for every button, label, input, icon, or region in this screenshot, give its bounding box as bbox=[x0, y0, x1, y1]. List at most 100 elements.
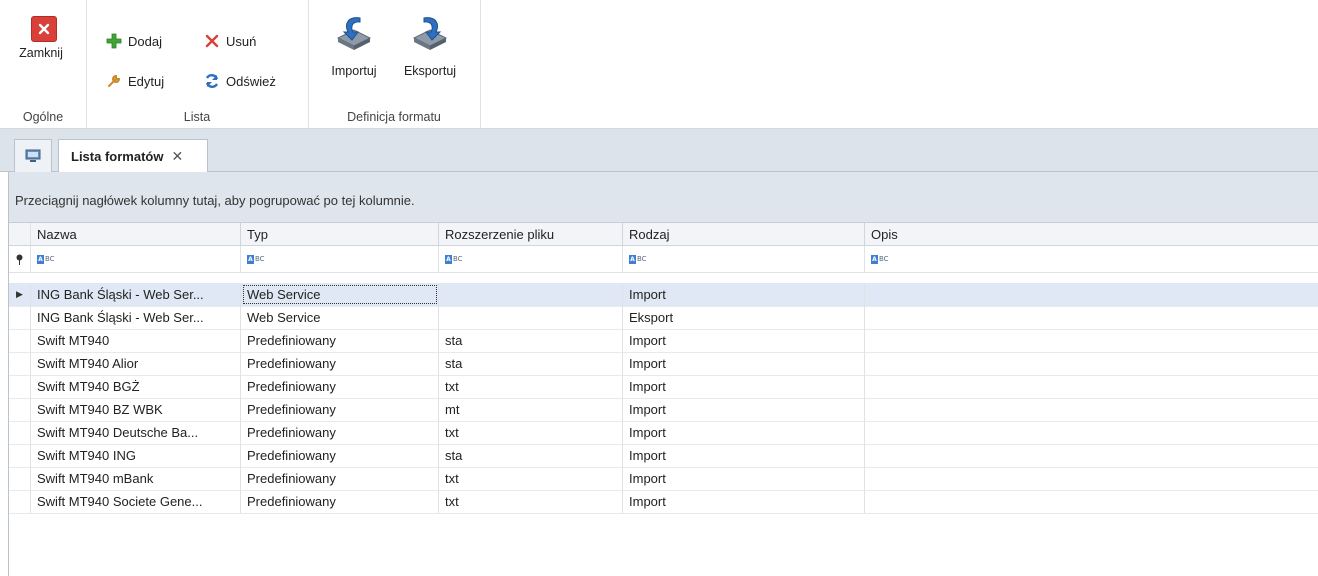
cell-typ[interactable]: Predefiniowany bbox=[241, 398, 439, 421]
column-header-rozszerzenie[interactable]: Rozszerzenie pliku bbox=[439, 223, 623, 245]
export-button[interactable]: Eksportuj bbox=[394, 8, 466, 82]
cell-rodzaj[interactable]: Import bbox=[623, 375, 865, 398]
column-header-typ[interactable]: Typ bbox=[241, 223, 439, 245]
cell-rodzaj[interactable]: Import bbox=[623, 467, 865, 490]
tab-home[interactable] bbox=[14, 139, 52, 172]
group-by-panel[interactable]: Przeciągnij nagłówek kolumny tutaj, aby … bbox=[9, 172, 1318, 223]
add-button[interactable]: Dodaj bbox=[104, 30, 164, 52]
row-indicator[interactable] bbox=[9, 375, 31, 398]
cell-rozszerzenie[interactable] bbox=[439, 283, 623, 306]
cell-nazwa[interactable]: Swift MT940 mBank bbox=[31, 467, 241, 490]
grid-header-row: Nazwa Typ Rozszerzenie pliku Rodzaj Opis bbox=[9, 223, 1318, 246]
cell-opis[interactable] bbox=[865, 444, 1318, 467]
cell-rozszerzenie[interactable]: mt bbox=[439, 398, 623, 421]
cell-rozszerzenie[interactable]: sta bbox=[439, 444, 623, 467]
cell-nazwa[interactable]: ING Bank Śląski - Web Ser... bbox=[31, 306, 241, 329]
cell-rozszerzenie[interactable]: sta bbox=[439, 329, 623, 352]
table-row[interactable]: Swift MT940 Alior Predefiniowany sta Import bbox=[9, 352, 1318, 376]
cell-rodzaj[interactable]: Import bbox=[623, 329, 865, 352]
cell-nazwa[interactable]: Swift MT940 bbox=[31, 329, 241, 352]
table-row[interactable]: ▶ ING Bank Śląski - Web Ser... Web Service… bbox=[9, 283, 1318, 307]
table-row[interactable]: Swift MT940 ING Predefiniowany sta Import bbox=[9, 444, 1318, 468]
cell-nazwa[interactable]: Swift MT940 BZ WBK bbox=[31, 398, 241, 421]
cell-typ[interactable]: Predefiniowany bbox=[241, 375, 439, 398]
cell-nazwa[interactable]: ING Bank Śląski - Web Ser... bbox=[31, 283, 241, 306]
filter-rozszerzenie[interactable]: A BC bbox=[439, 246, 623, 272]
cell-opis[interactable] bbox=[865, 375, 1318, 398]
cell-rozszerzenie[interactable]: txt bbox=[439, 490, 623, 513]
column-header-opis[interactable]: Opis bbox=[865, 223, 1318, 245]
cell-typ[interactable]: Predefiniowany bbox=[241, 329, 439, 352]
cell-rozszerzenie[interactable] bbox=[439, 306, 623, 329]
filter-opis[interactable]: A BC bbox=[865, 246, 1318, 272]
filter-rodzaj[interactable]: A BC bbox=[623, 246, 865, 272]
cell-rozszerzenie[interactable]: txt bbox=[439, 467, 623, 490]
row-indicator[interactable] bbox=[9, 329, 31, 352]
cell-rozszerzenie[interactable]: sta bbox=[439, 352, 623, 375]
cell-rozszerzenie[interactable]: txt bbox=[439, 421, 623, 444]
cell-rodzaj[interactable]: Eksport bbox=[623, 306, 865, 329]
cell-typ[interactable]: Web Service bbox=[241, 306, 439, 329]
cell-nazwa[interactable]: Swift MT940 Deutsche Ba... bbox=[31, 421, 241, 444]
row-indicator[interactable] bbox=[9, 421, 31, 444]
group-label-ogolne: Ogólne bbox=[22, 110, 64, 124]
close-button[interactable]: Zamknij bbox=[10, 8, 72, 82]
cell-rodzaj[interactable]: Import bbox=[623, 283, 865, 306]
cell-rodzaj[interactable]: Import bbox=[623, 444, 865, 467]
cell-opis[interactable] bbox=[865, 329, 1318, 352]
cell-typ[interactable]: Predefiniowany bbox=[241, 352, 439, 375]
ribbon-group-ogolne: Zamknij Ogólne bbox=[0, 0, 87, 128]
cell-opis[interactable] bbox=[865, 421, 1318, 444]
import-button[interactable]: Importuj bbox=[320, 8, 388, 82]
row-indicator[interactable] bbox=[9, 444, 31, 467]
cell-opis[interactable] bbox=[865, 306, 1318, 329]
table-row[interactable]: Swift MT940 Societe Gene... Predefiniowan… bbox=[9, 490, 1318, 514]
formats-grid: Przeciągnij nagłówek kolumny tutaj, aby … bbox=[8, 172, 1318, 576]
cell-typ[interactable]: Predefiniowany bbox=[241, 490, 439, 513]
refresh-button-label: Odśwież bbox=[226, 73, 276, 89]
row-indicator-arrow-icon[interactable]: ▶ bbox=[9, 283, 31, 306]
row-indicator[interactable] bbox=[9, 490, 31, 513]
cell-opis[interactable] bbox=[865, 467, 1318, 490]
cell-typ[interactable]: Predefiniowany bbox=[241, 421, 439, 444]
table-row[interactable]: Swift MT940 mBank Predefiniowany txt Import bbox=[9, 467, 1318, 491]
cell-rodzaj[interactable]: Import bbox=[623, 421, 865, 444]
row-indicator[interactable] bbox=[9, 398, 31, 421]
filter-typ[interactable]: A BC bbox=[241, 246, 439, 272]
cell-rodzaj[interactable]: Import bbox=[623, 398, 865, 421]
edit-button[interactable]: Edytuj bbox=[104, 70, 166, 92]
import-icon bbox=[334, 12, 374, 52]
cell-nazwa[interactable]: Swift MT940 Societe Gene... bbox=[31, 490, 241, 513]
delete-button[interactable]: Usuń bbox=[202, 30, 258, 52]
table-row[interactable]: Swift MT940 BZ WBK Predefiniowany mt Import bbox=[9, 398, 1318, 422]
table-row[interactable]: ING Bank Śląski - Web Ser... Web Service E… bbox=[9, 306, 1318, 330]
cell-typ[interactable]: Predefiniowany bbox=[241, 467, 439, 490]
cell-nazwa[interactable]: Swift MT940 BGŻ bbox=[31, 375, 241, 398]
cell-nazwa[interactable]: Swift MT940 ING bbox=[31, 444, 241, 467]
cell-opis[interactable] bbox=[865, 490, 1318, 513]
table-row[interactable]: Swift MT940 BGŻ Predefiniowany txt Import bbox=[9, 375, 1318, 399]
cell-nazwa[interactable]: Swift MT940 Alior bbox=[31, 352, 241, 375]
cell-rodzaj[interactable]: Import bbox=[623, 490, 865, 513]
cell-opis[interactable] bbox=[865, 283, 1318, 306]
cell-typ[interactable]: Web Service bbox=[241, 283, 439, 306]
cell-rozszerzenie[interactable]: txt bbox=[439, 375, 623, 398]
table-row[interactable]: Swift MT940 Predefiniowany sta Import bbox=[9, 329, 1318, 353]
close-window-icon bbox=[31, 16, 57, 42]
column-header-nazwa[interactable]: Nazwa bbox=[31, 223, 241, 245]
row-indicator[interactable] bbox=[9, 306, 31, 329]
cell-rodzaj[interactable]: Import bbox=[623, 352, 865, 375]
refresh-button[interactable]: Odśwież bbox=[202, 70, 278, 92]
cell-opis[interactable] bbox=[865, 352, 1318, 375]
column-header-rodzaj[interactable]: Rodzaj bbox=[623, 223, 865, 245]
tab-close-icon[interactable]: ✕ bbox=[171, 148, 183, 165]
tab-lista-formatow[interactable]: Lista formatów ✕ bbox=[58, 139, 208, 172]
row-indicator[interactable] bbox=[9, 467, 31, 490]
table-row[interactable]: Swift MT940 Deutsche Ba... Predefiniowany… bbox=[9, 421, 1318, 445]
row-indicator[interactable] bbox=[9, 352, 31, 375]
cell-opis[interactable] bbox=[865, 398, 1318, 421]
filter-text-icon: A BC bbox=[37, 254, 55, 264]
filter-nazwa[interactable]: A BC bbox=[31, 246, 241, 272]
cell-typ[interactable]: Predefiniowany bbox=[241, 444, 439, 467]
desktop-icon bbox=[25, 149, 41, 163]
